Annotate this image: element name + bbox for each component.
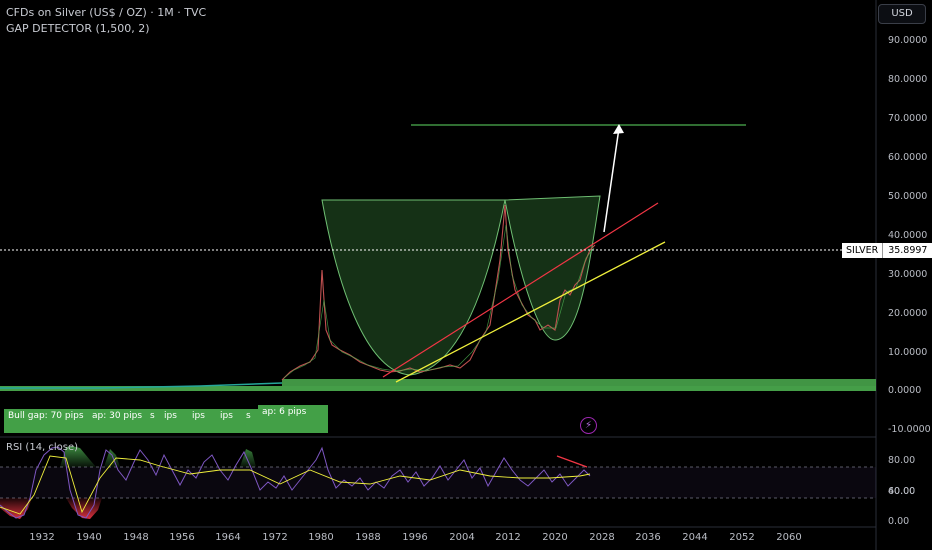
bull-gap-zone <box>282 379 876 386</box>
price-tag-symbol: SILVER <box>842 243 884 258</box>
price-axis-label: -10.0000 <box>888 424 931 435</box>
time-axis-label: 2044 <box>682 532 708 543</box>
gap-label: ap: 30 pips <box>88 409 146 433</box>
price-axis-label: 70.0000 <box>888 113 928 124</box>
target-arrow <box>603 127 620 233</box>
indicator-label[interactable]: GAP DETECTOR (1,500, 2) <box>6 22 150 35</box>
rsi-indicator-label[interactable]: RSI (14, close) <box>6 442 78 453</box>
time-axis-label: 2020 <box>542 532 568 543</box>
price-tag-value: 35.8997 <box>888 245 928 256</box>
rsi-overbought-fill <box>60 446 256 467</box>
price-axis-label: 50.0000 <box>888 191 928 202</box>
time-axis-label: 2052 <box>729 532 755 543</box>
rsi-axis-label: 80.00 <box>888 455 916 466</box>
price-axis-label: 20.0000 <box>888 308 928 319</box>
time-axis-label: 1980 <box>308 532 334 543</box>
chart-title: CFDs on Silver (US$ / OZ) · 1M · TVC <box>6 6 207 19</box>
rsi-axis-label: 0.00 <box>888 516 910 527</box>
price-axis-label: 80.0000 <box>888 74 928 85</box>
chart-canvas[interactable] <box>0 0 932 550</box>
price-axis-label: 30.0000 <box>888 269 928 280</box>
currency-button[interactable]: USD <box>878 4 926 24</box>
rsi-oversold-fill <box>0 498 102 519</box>
gap-label: Bull gap: 70 pips <box>4 409 88 433</box>
time-axis-label: 1948 <box>123 532 149 543</box>
gap-label: s <box>242 409 258 433</box>
gap-label: ap: 6 pips <box>258 405 328 433</box>
price-axis-label: 10.0000 <box>888 347 928 358</box>
time-axis-label: 2028 <box>589 532 615 543</box>
gap-label: ips <box>188 409 216 433</box>
price-axis-label: 0.0000 <box>888 385 922 396</box>
price-axis-label: 90.0000 <box>888 35 928 46</box>
time-axis-label: 2036 <box>635 532 661 543</box>
time-axis-label: 2004 <box>449 532 475 543</box>
current-price-tag: SILVER 35.8997 <box>842 243 932 258</box>
time-axis-label: 1940 <box>76 532 102 543</box>
time-axis-label: 1988 <box>355 532 381 543</box>
time-axis-label: 1996 <box>402 532 428 543</box>
rsi-axis-label: 40.00 <box>888 486 916 497</box>
time-axis-label: 1956 <box>169 532 195 543</box>
lightning-icon[interactable]: ⚡ <box>580 417 597 434</box>
time-axis-label: 1964 <box>215 532 241 543</box>
price-axis-label: 40.0000 <box>888 230 928 241</box>
gap-label: ips <box>216 409 242 433</box>
time-axis-label: 2060 <box>776 532 802 543</box>
time-axis-label: 2012 <box>495 532 521 543</box>
time-axis-label: 1932 <box>29 532 55 543</box>
rsi-divergence-line <box>556 455 588 468</box>
gap-label: s <box>146 409 160 433</box>
price-axis-label: 60.0000 <box>888 152 928 163</box>
time-axis-label: 1972 <box>262 532 288 543</box>
gap-label: ips <box>160 409 188 433</box>
